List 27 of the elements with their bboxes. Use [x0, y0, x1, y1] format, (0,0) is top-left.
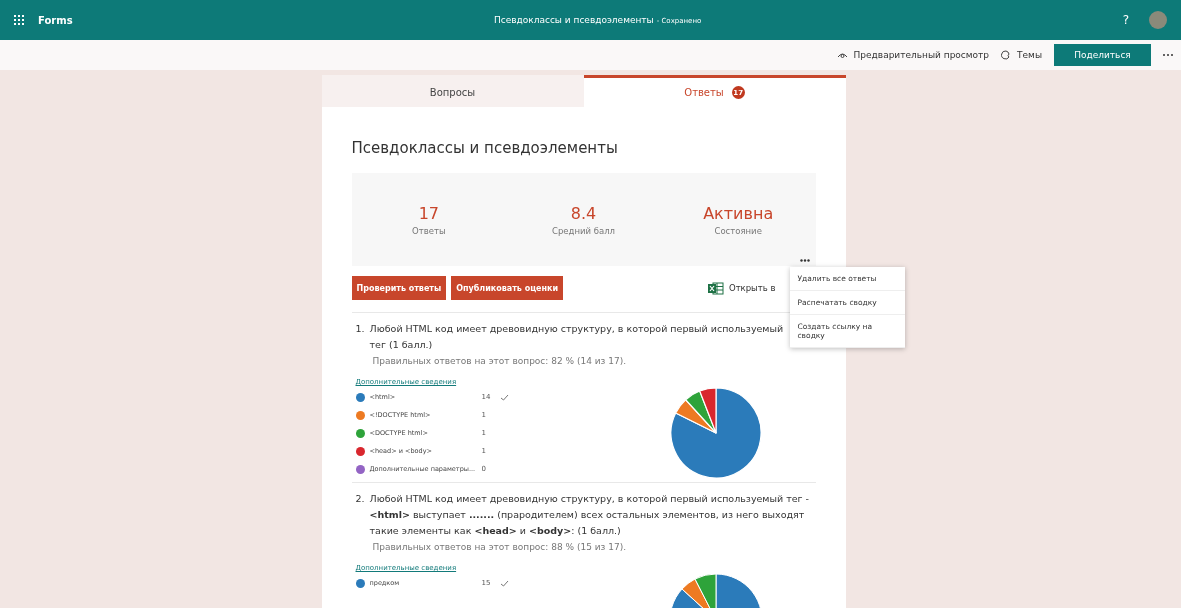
- form-title: Псевдоклассы и псевдоэлементы: [351, 139, 619, 157]
- action-button[interactable]: Проверить ответы: [351, 276, 447, 300]
- app-launcher-icon[interactable]: [14, 15, 24, 25]
- question-text: Любой HTML код имеет древовидную структуру, в которой первый используемый тег (1 балл.): [369, 322, 785, 352]
- stat-label: Ответы: [412, 225, 446, 236]
- open-in-excel-button[interactable]: Открыть в: [707, 281, 776, 295]
- stat-label: Средний балл: [551, 225, 616, 236]
- help-button[interactable]: ?: [1122, 13, 1129, 27]
- themes-button[interactable]: Темы: [1001, 50, 1042, 60]
- stat-label: Состояние: [714, 225, 762, 236]
- question-number: 1.: [355, 322, 365, 336]
- action-button[interactable]: Опубликовать оценки: [451, 276, 564, 300]
- question-text: Любой HTML код имеет древовидную структуру, в которой первый используемый тег - <html> выступает ....... (прародителем) всех остальных элементов, из него выходят такие элементы как <head> и <body>: (1 балл.): [369, 492, 810, 538]
- preview-button[interactable]: Предварительный просмотр: [836, 50, 990, 60]
- tab[interactable]: Вопросы: [321, 75, 584, 107]
- eye-icon: [836, 51, 848, 59]
- correct-summary: Правильных ответов на этот вопрос: 88 % (15 из 17).: [372, 542, 628, 552]
- share-button[interactable]: Поделиться: [1054, 44, 1151, 66]
- excel-icon: [707, 281, 724, 295]
- stat-value: 8.4: [570, 203, 597, 223]
- question-number: 2.: [355, 492, 365, 506]
- correct-summary: Правильных ответов на этот вопрос: 82 % (14 из 17).: [372, 356, 628, 366]
- stat-value: 17: [418, 203, 439, 223]
- more-icon: [799, 259, 810, 262]
- app-name: Forms: [38, 14, 73, 26]
- palette-icon: [1001, 50, 1012, 60]
- stat-value: Активна: [703, 203, 774, 223]
